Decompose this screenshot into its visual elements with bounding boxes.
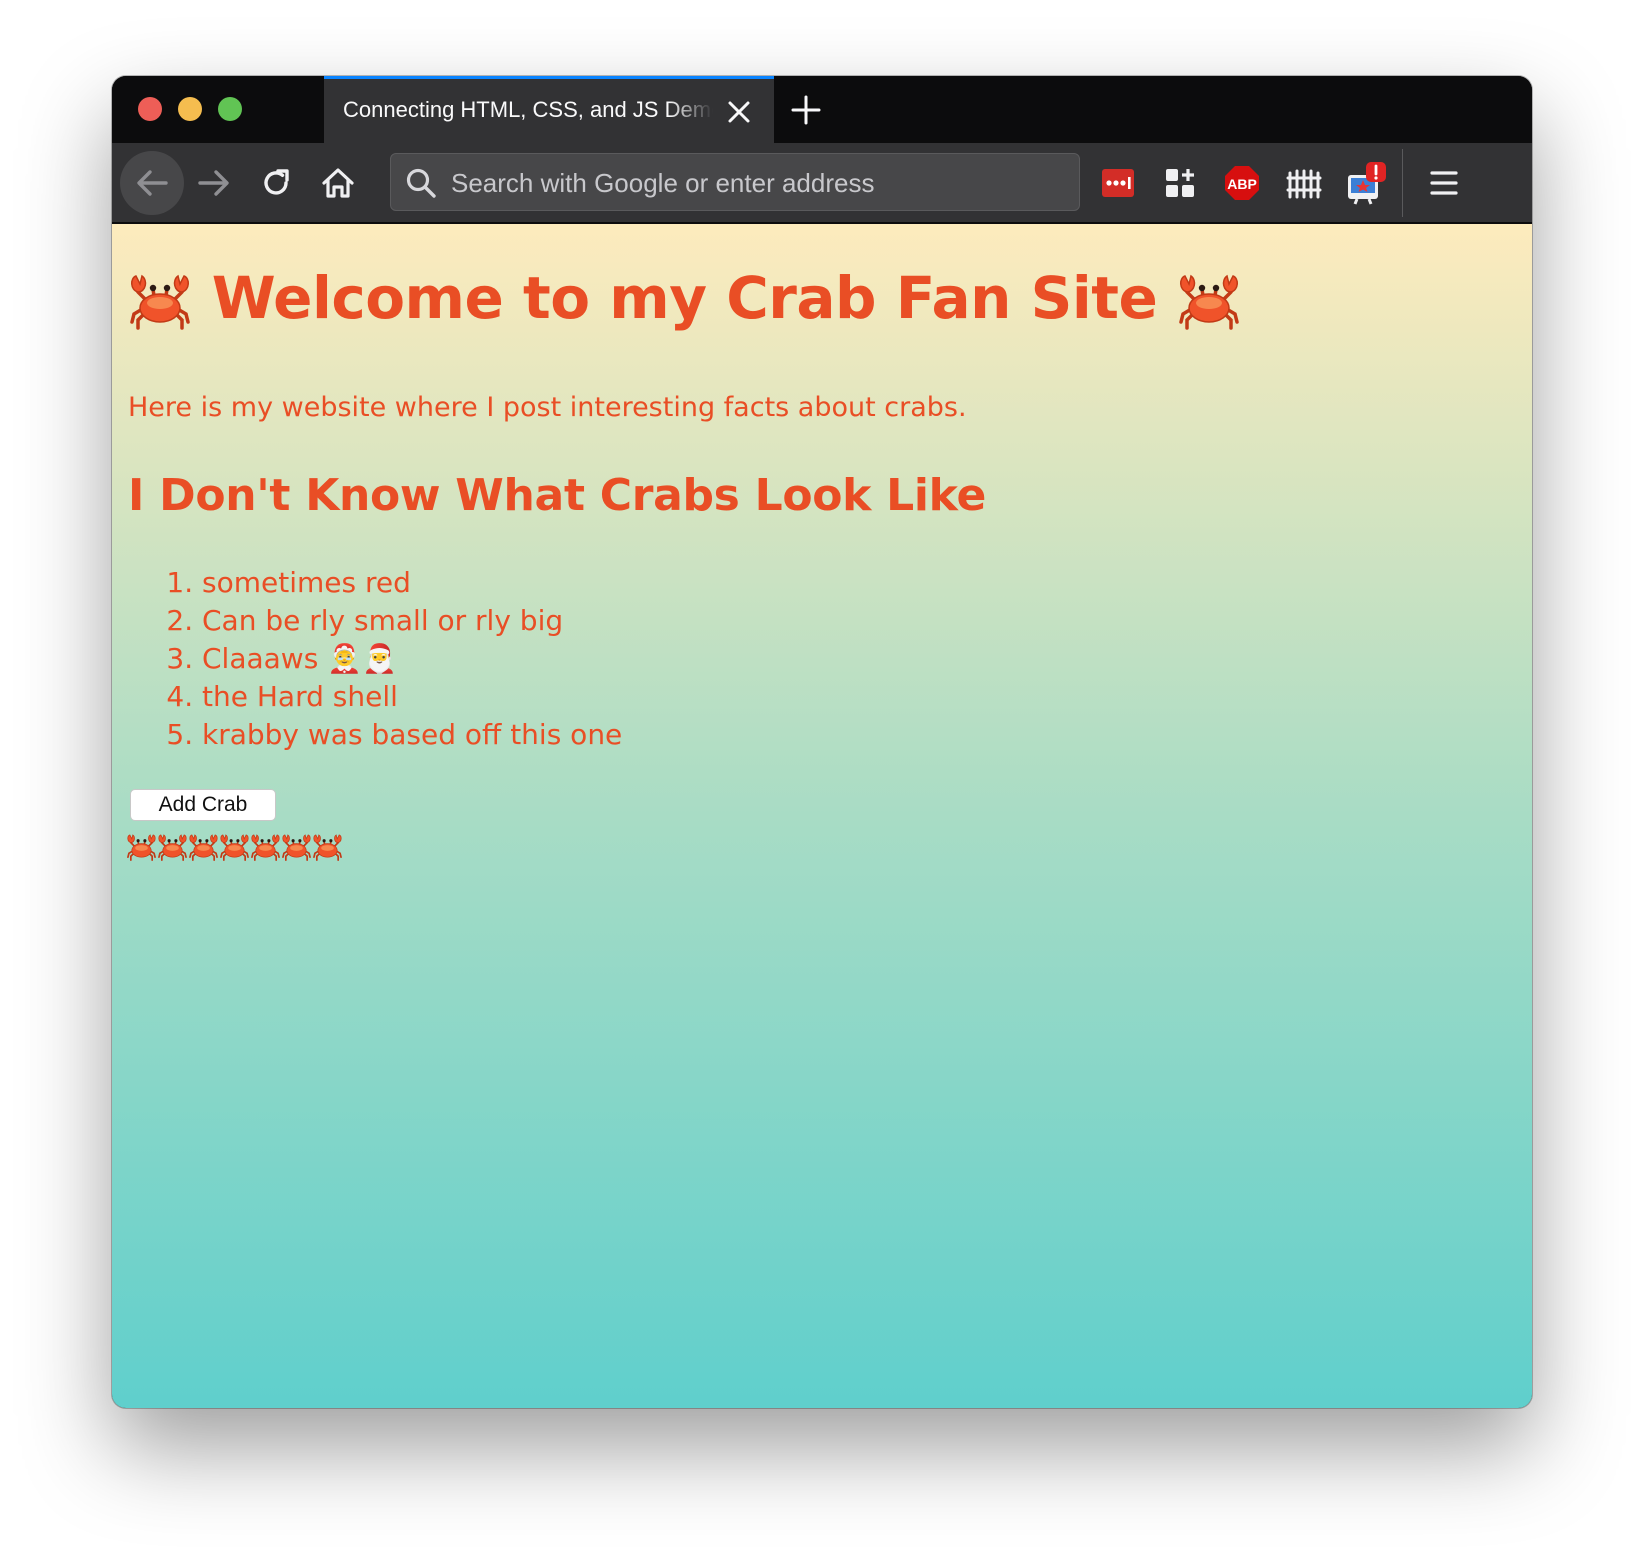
address-input[interactable] bbox=[449, 163, 1053, 203]
crab-icon bbox=[129, 274, 191, 330]
crab-icon bbox=[1178, 274, 1240, 330]
minimize-window-button[interactable] bbox=[178, 97, 202, 121]
tab-bar: Connecting HTML, CSS, and JS Demo bbox=[112, 76, 1532, 143]
home-button[interactable] bbox=[306, 151, 370, 215]
new-tab-icon[interactable] bbox=[790, 94, 822, 126]
crab-icon bbox=[126, 834, 157, 861]
notification-extension-button[interactable] bbox=[1344, 161, 1388, 205]
navigation-toolbar: ABP bbox=[112, 143, 1532, 224]
extensions-grid-button[interactable] bbox=[1158, 161, 1202, 205]
back-button[interactable] bbox=[120, 151, 184, 215]
list-item: Can be rly small or rly big bbox=[202, 602, 622, 640]
crab-icon bbox=[250, 834, 281, 861]
crab-icon bbox=[219, 834, 250, 861]
notification-badge-icon bbox=[1348, 162, 1386, 205]
page-title: Welcome to my Crab Fan Site bbox=[128, 264, 1241, 334]
crab-facts-list: sometimes red Can be rly small or rly bi… bbox=[128, 564, 622, 754]
intro-text: Here is my website where I post interest… bbox=[128, 392, 967, 423]
reload-button[interactable] bbox=[244, 151, 308, 215]
forward-button[interactable] bbox=[182, 151, 246, 215]
crab-icon bbox=[312, 834, 343, 861]
lastpass-icon bbox=[1102, 169, 1134, 197]
tab-title: Connecting HTML, CSS, and JS Demo bbox=[343, 97, 713, 122]
reload-icon bbox=[264, 169, 289, 195]
zoom-window-button[interactable] bbox=[218, 97, 242, 121]
page-title-text: Welcome to my Crab Fan Site bbox=[211, 264, 1158, 332]
browser-window: Connecting HTML, CSS, and JS Demo Search… bbox=[112, 76, 1532, 1408]
tab-active[interactable]: Connecting HTML, CSS, and JS Demo bbox=[324, 76, 774, 143]
list-item: sometimes red bbox=[202, 564, 622, 602]
hamburger-menu-icon bbox=[1430, 171, 1458, 195]
close-window-button[interactable] bbox=[138, 97, 162, 121]
list-item: krabby was based off this one bbox=[202, 716, 622, 754]
fence-icon bbox=[1286, 169, 1322, 199]
toolbar-divider bbox=[1402, 149, 1403, 217]
back-arrow-icon bbox=[137, 170, 168, 196]
added-crabs bbox=[126, 832, 343, 863]
list-item: Claaaws 🤶🎅 bbox=[202, 640, 622, 678]
adblock-plus-icon: ABP bbox=[1225, 166, 1259, 200]
forward-arrow-icon bbox=[198, 170, 229, 196]
open-menu-button[interactable] bbox=[1422, 161, 1466, 205]
lastpass-button[interactable] bbox=[1096, 161, 1140, 205]
crab-icon bbox=[281, 834, 312, 861]
svg-text:ABP: ABP bbox=[1227, 176, 1257, 192]
adblock-plus-button[interactable]: ABP bbox=[1220, 161, 1264, 205]
search-icon bbox=[406, 168, 436, 198]
section-heading: I Don't Know What Crabs Look Like bbox=[128, 470, 987, 521]
fence-extension-button[interactable] bbox=[1282, 161, 1326, 205]
page-content: Welcome to my Crab Fan Site Here is my w… bbox=[112, 224, 1532, 1408]
crab-icon bbox=[157, 834, 188, 861]
extensions-grid-icon bbox=[1166, 169, 1194, 197]
crab-icon bbox=[188, 834, 219, 861]
address-bar[interactable] bbox=[390, 153, 1080, 211]
home-icon bbox=[322, 168, 354, 198]
close-tab-icon[interactable] bbox=[726, 99, 752, 125]
list-item: the Hard shell bbox=[202, 678, 622, 716]
add-crab-button[interactable]: Add Crab bbox=[130, 789, 276, 821]
